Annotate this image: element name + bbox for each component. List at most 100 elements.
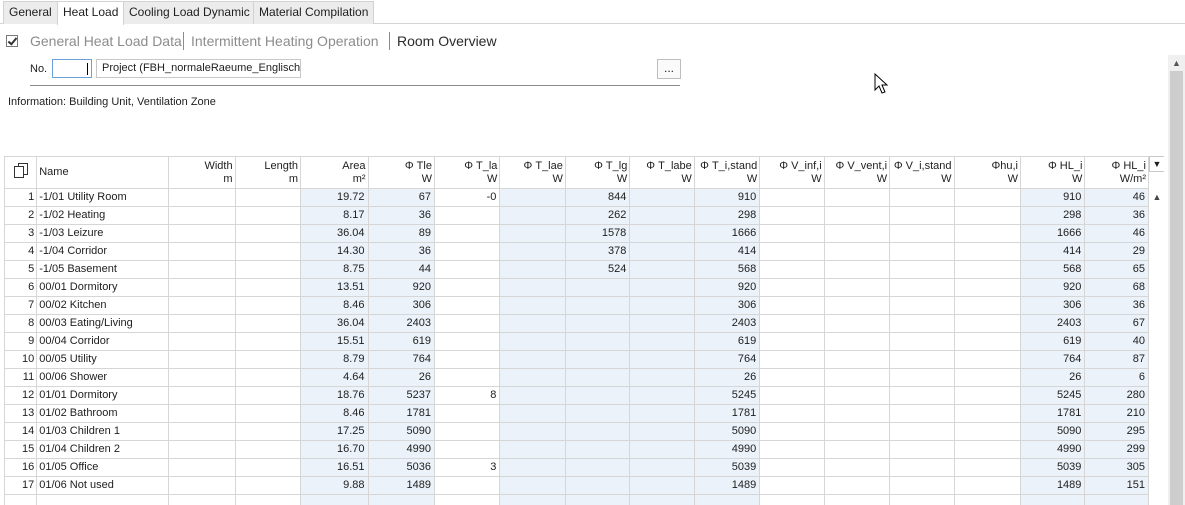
cell-vvent[interactable] bbox=[823, 224, 891, 243]
cell-name[interactable]: 00/05 Utility bbox=[36, 350, 170, 369]
cell-hu[interactable] bbox=[953, 224, 1021, 243]
cell-length[interactable] bbox=[234, 314, 302, 333]
cell-tlg[interactable]: 262 bbox=[564, 206, 631, 225]
cell-hu[interactable] bbox=[953, 386, 1021, 405]
column-header-area[interactable]: Area m² bbox=[300, 156, 369, 189]
table-row[interactable]: 11 00/06 Shower 4.64 26 26 26 6 bbox=[4, 368, 1149, 387]
cell-hlm2[interactable]: 36 bbox=[1084, 206, 1149, 225]
cell-name[interactable]: 01/02 Bathroom bbox=[36, 404, 170, 423]
cell-empty[interactable] bbox=[629, 494, 695, 505]
table-row[interactable]: 1 -1/01 Utility Room 19.72 67 -0 844 910 910 46 bbox=[4, 188, 1149, 207]
cell-vinf[interactable] bbox=[759, 296, 825, 315]
cell-tlae[interactable] bbox=[499, 188, 566, 207]
cell-name[interactable]: 01/04 Children 2 bbox=[36, 440, 170, 459]
cell-length[interactable] bbox=[234, 422, 302, 441]
cell-length[interactable] bbox=[234, 206, 302, 225]
cell-vinf[interactable] bbox=[759, 278, 825, 297]
cell-hl[interactable]: 1781 bbox=[1019, 404, 1086, 423]
cell-tistand[interactable]: 5039 bbox=[693, 458, 761, 477]
table-row[interactable]: 2 -1/02 Heating 8.17 36 262 298 298 36 bbox=[4, 206, 1149, 225]
cell-length[interactable] bbox=[234, 188, 302, 207]
cell-hu[interactable] bbox=[953, 422, 1021, 441]
cell-hu[interactable] bbox=[953, 278, 1021, 297]
column-header-name[interactable]: Name bbox=[36, 156, 170, 189]
column-header-length[interactable]: Length m bbox=[234, 156, 302, 189]
table-row[interactable]: 6 00/01 Dormitory 13.51 920 920 920 68 bbox=[4, 278, 1149, 297]
cell-tla[interactable]: 8 bbox=[433, 386, 501, 405]
cell-tlae[interactable] bbox=[499, 458, 566, 477]
cell-vistand[interactable] bbox=[889, 332, 955, 351]
cell-tle[interactable]: 36 bbox=[367, 242, 435, 261]
cell-width[interactable] bbox=[168, 458, 236, 477]
cell-length[interactable] bbox=[234, 386, 302, 405]
cell-hl[interactable]: 1666 bbox=[1019, 224, 1086, 243]
cell-tla[interactable] bbox=[433, 368, 501, 387]
cell-tlg[interactable] bbox=[564, 314, 631, 333]
cell-width[interactable] bbox=[168, 332, 236, 351]
cell-name[interactable]: 01/05 Office bbox=[36, 458, 170, 477]
cell-vistand[interactable] bbox=[889, 476, 955, 495]
cell-vinf[interactable] bbox=[759, 458, 825, 477]
cell-length[interactable] bbox=[234, 296, 302, 315]
column-header-tle[interactable]: Φ Tle W bbox=[367, 156, 435, 189]
cell-hlm2[interactable]: 68 bbox=[1084, 278, 1149, 297]
cell-area[interactable]: 16.70 bbox=[300, 440, 369, 459]
cell-vvent[interactable] bbox=[823, 296, 891, 315]
table-row[interactable]: 10 00/05 Utility 8.79 764 764 764 87 bbox=[4, 350, 1149, 369]
table-row[interactable]: 16 01/05 Office 16.51 5036 3 5039 5039 305 bbox=[4, 458, 1149, 477]
cell-width[interactable] bbox=[168, 206, 236, 225]
cell-vistand[interactable] bbox=[889, 368, 955, 387]
cell-hu[interactable] bbox=[953, 404, 1021, 423]
cell-name[interactable]: 01/06 Not used bbox=[36, 476, 170, 495]
chevron-up-icon[interactable]: ▲ bbox=[1149, 189, 1164, 205]
cell-name[interactable]: 00/06 Shower bbox=[36, 368, 170, 387]
cell-hl[interactable]: 298 bbox=[1019, 206, 1086, 225]
cell-vvent[interactable] bbox=[823, 404, 891, 423]
cell-tle[interactable]: 44 bbox=[367, 260, 435, 279]
cell-tle[interactable]: 89 bbox=[367, 224, 435, 243]
cell-vistand[interactable] bbox=[889, 188, 955, 207]
cell-vistand[interactable] bbox=[889, 350, 955, 369]
cell-width[interactable] bbox=[168, 350, 236, 369]
cell-vinf[interactable] bbox=[759, 224, 825, 243]
cell-vvent[interactable] bbox=[823, 188, 891, 207]
cell-area[interactable]: 36.04 bbox=[300, 224, 369, 243]
table-row[interactable]: 5 -1/05 Basement 8.75 44 524 568 568 65 bbox=[4, 260, 1149, 279]
cell-tla[interactable] bbox=[433, 296, 501, 315]
cell-length[interactable] bbox=[234, 350, 302, 369]
cell-tle[interactable]: 67 bbox=[367, 188, 435, 207]
cell-tle[interactable]: 1489 bbox=[367, 476, 435, 495]
cell-area[interactable]: 17.25 bbox=[300, 422, 369, 441]
cell-tistand[interactable]: 414 bbox=[693, 242, 761, 261]
cell-hlm2[interactable]: 40 bbox=[1084, 332, 1149, 351]
table-row[interactable]: 9 00/04 Corridor 15.51 619 619 619 40 bbox=[4, 332, 1149, 351]
cell-name[interactable]: -1/05 Basement bbox=[36, 260, 170, 279]
cell-name[interactable]: 00/01 Dormitory bbox=[36, 278, 170, 297]
cell-tla[interactable] bbox=[433, 440, 501, 459]
cell-hl[interactable]: 4990 bbox=[1019, 440, 1086, 459]
cell-tla[interactable] bbox=[433, 206, 501, 225]
cell-hl[interactable]: 5039 bbox=[1019, 458, 1086, 477]
cell-hu[interactable] bbox=[953, 260, 1021, 279]
cell-length[interactable] bbox=[234, 404, 302, 423]
cell-tle[interactable]: 5090 bbox=[367, 422, 435, 441]
cell-vvent[interactable] bbox=[823, 260, 891, 279]
cell-vvent[interactable] bbox=[823, 458, 891, 477]
cell-vinf[interactable] bbox=[759, 386, 825, 405]
cell-tlae[interactable] bbox=[499, 386, 566, 405]
cell-area[interactable]: 13.51 bbox=[300, 278, 369, 297]
cell-tistand[interactable]: 764 bbox=[693, 350, 761, 369]
cell-vvent[interactable] bbox=[823, 278, 891, 297]
cell-name[interactable]: 01/03 Children 1 bbox=[36, 422, 170, 441]
cell-vistand[interactable] bbox=[889, 206, 955, 225]
cell-tlae[interactable] bbox=[499, 440, 566, 459]
cell-tlae[interactable] bbox=[499, 314, 566, 333]
cell-hlm2[interactable]: 29 bbox=[1084, 242, 1149, 261]
cell-area[interactable]: 8.46 bbox=[300, 404, 369, 423]
cell-tla[interactable] bbox=[433, 404, 501, 423]
cell-tle[interactable]: 2403 bbox=[367, 314, 435, 333]
cell-empty[interactable] bbox=[889, 494, 955, 505]
cell-tlg[interactable] bbox=[564, 278, 631, 297]
cell-tistand[interactable]: 298 bbox=[693, 206, 761, 225]
chevron-down-icon[interactable]: ▼ bbox=[1149, 156, 1164, 172]
